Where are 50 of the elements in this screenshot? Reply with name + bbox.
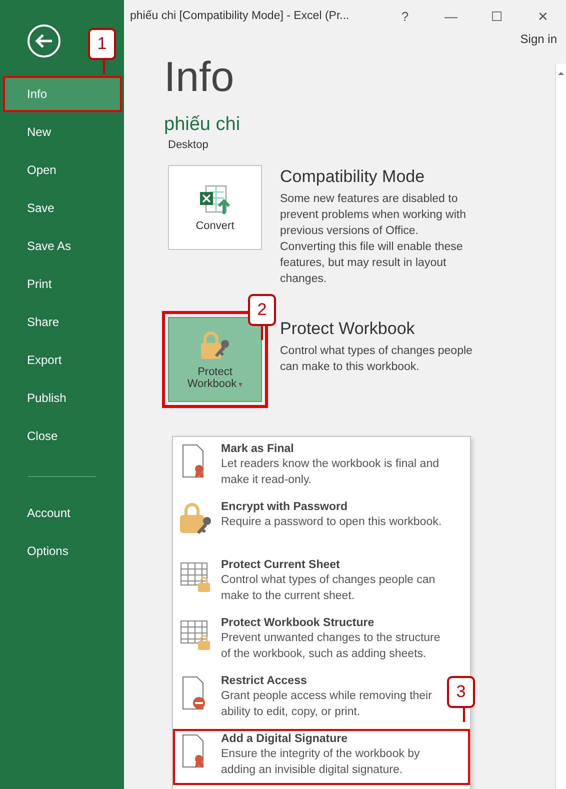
nav-item[interactable]: Info bbox=[5, 78, 120, 110]
callout-number: 2 bbox=[248, 294, 276, 326]
section-description: Control what types of changes people can make to this workbook. bbox=[280, 344, 474, 375]
section-title: Compatibility Mode bbox=[280, 167, 426, 187]
menu-item-description: Prevent unwanted changes to the structure of the workbook, such as adding sheets. bbox=[221, 631, 442, 662]
nav-item[interactable]: Close bbox=[5, 420, 120, 452]
nav-item[interactable]: Account bbox=[5, 497, 120, 529]
menu-item-description: Require a password to open this workbook. bbox=[221, 515, 443, 530]
nav-item[interactable]: Options bbox=[5, 535, 120, 567]
menu-item[interactable]: Protect Current Sheet Control what types of changes people can make to the current sheet. bbox=[175, 557, 443, 609]
nav-item[interactable]: Open bbox=[5, 154, 120, 186]
menu-item-description: Control what types of changes people can make to the current sheet. bbox=[221, 573, 436, 604]
menu-item-description: Let readers know the workbook is final and make it read-only. bbox=[221, 457, 440, 488]
sign-in-link[interactable]: Sign in bbox=[520, 32, 557, 46]
window-control[interactable]: ? bbox=[382, 1, 428, 31]
section-title: Protect Workbook bbox=[280, 319, 416, 339]
menu-item-title: Protect Current Sheet bbox=[221, 559, 341, 571]
section-description: Some new features are disabled to prevent problems when working with previous versions of Office. Converting this file will enable these features, but may result in layout changes. bbox=[280, 192, 468, 287]
menu-item[interactable]: Mark as Final Let readers know the workbook is final and make it read-only. bbox=[175, 441, 443, 493]
window-control[interactable]: ✕ bbox=[520, 1, 566, 31]
nav-item[interactable]: Export bbox=[5, 344, 120, 376]
menu-item-description: Ensure the integrity of the workbook by adding an invisible digital signature. bbox=[221, 747, 421, 778]
lock-key-icon bbox=[198, 330, 232, 362]
menu-item-title: Add a Digital Signature bbox=[221, 733, 349, 745]
nav-item[interactable]: Save bbox=[5, 192, 120, 224]
file-name: phiếu chi bbox=[164, 114, 242, 136]
menu-item[interactable]: Restrict Access Grant people access while removing their ability to edit, copy, or print. bbox=[175, 673, 443, 725]
menu-item[interactable]: Add a Digital Signature Ensure the integrity of the workbook by adding an invisible digital signature. bbox=[175, 731, 468, 783]
callout-number: 1 bbox=[88, 28, 116, 60]
file-location: Desktop bbox=[168, 139, 210, 151]
nav-item[interactable]: Print bbox=[5, 268, 120, 300]
page-heading: Info bbox=[164, 52, 236, 102]
convert-button[interactable]: Convert bbox=[168, 165, 262, 250]
window-control[interactable]: — bbox=[428, 1, 474, 31]
nav-item[interactable]: Publish bbox=[5, 382, 120, 414]
window-control[interactable]: ☐ bbox=[474, 1, 520, 31]
excel-convert-icon bbox=[198, 184, 232, 216]
menu-item-title: Mark as Final bbox=[221, 443, 295, 455]
menu-item-title: Restrict Access bbox=[221, 675, 308, 687]
menu-item[interactable]: Protect Workbook Structure Prevent unwanted changes to the structure of the workbook, such as adding sheets. bbox=[175, 615, 443, 667]
nav-item[interactable]: New bbox=[5, 116, 120, 148]
scroll-bar[interactable] bbox=[555, 64, 566, 789]
window-title: phiếu chi [Compatibility Mode] - Excel (Pr... bbox=[130, 10, 350, 22]
menu-item-title: Encrypt with Password bbox=[221, 501, 349, 513]
callout-number: 3 bbox=[447, 676, 475, 708]
menu-item-description: Grant people access while removing their ability to edit, copy, or print. bbox=[221, 689, 433, 720]
menu-item-title: Protect Workbook Structure bbox=[221, 617, 376, 629]
menu-item[interactable]: Encrypt with Password Require a password to open this workbook. bbox=[175, 499, 443, 551]
nav-item[interactable]: Share bbox=[5, 306, 120, 338]
nav-item[interactable]: Save As bbox=[5, 230, 120, 262]
